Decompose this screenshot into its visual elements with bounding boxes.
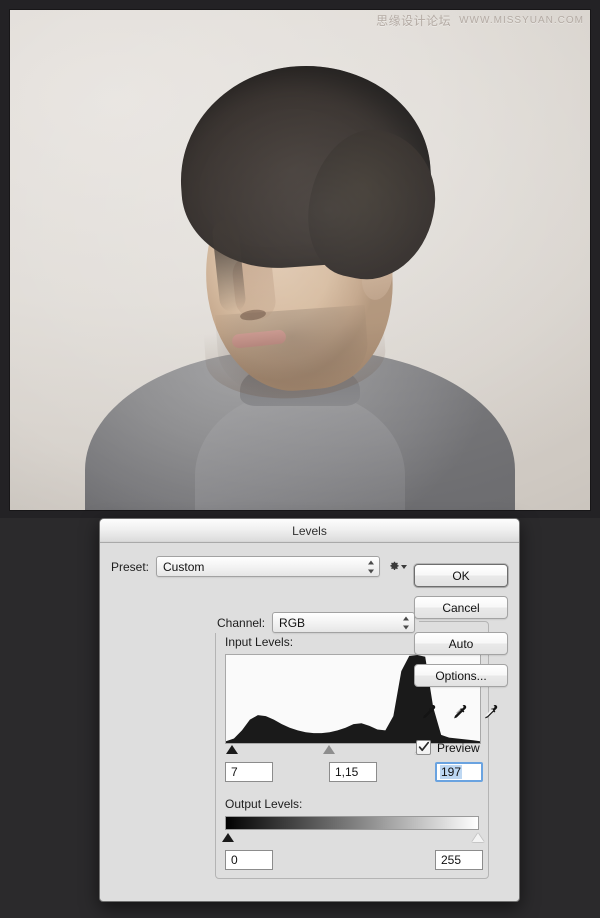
levels-dialog: Levels Preset: Custom Channel: RGB Input…: [99, 518, 520, 902]
auto-button-label: Auto: [448, 636, 474, 651]
options-button-label: Options...: [435, 668, 487, 683]
photo-canvas: 思缘设计论坛 WWW.MISSYUAN.COM: [0, 0, 600, 518]
eyedropper-group: [412, 703, 506, 723]
dialog-titlebar[interactable]: Levels: [100, 519, 519, 543]
chevron-down-icon: [401, 564, 408, 569]
preview-label: Preview: [437, 740, 480, 755]
input-gamma-value: 1,15: [335, 765, 359, 779]
preset-select[interactable]: Custom: [156, 556, 381, 577]
input-levels-label: Input Levels:: [225, 635, 294, 649]
output-levels-label: Output Levels:: [225, 797, 303, 811]
photo-vignette: [10, 10, 590, 510]
auto-button[interactable]: Auto: [414, 632, 508, 655]
preset-value: Custom: [163, 559, 205, 574]
cancel-button[interactable]: Cancel: [414, 596, 508, 619]
eyedropper-black-icon[interactable]: [418, 703, 438, 723]
channel-value: RGB: [279, 615, 306, 630]
input-black-value: 7: [231, 765, 238, 779]
input-gamma-field[interactable]: 1,15: [329, 762, 377, 782]
gear-icon[interactable]: [389, 558, 408, 576]
cancel-button-label: Cancel: [442, 600, 480, 615]
channel-label: Channel:: [217, 615, 266, 630]
watermark-cn-text: 思缘设计论坛: [376, 14, 452, 28]
watermark-en-text: WWW.MISSYUAN.COM: [459, 15, 584, 26]
output-black-value: 0: [231, 853, 238, 867]
preview-checkbox[interactable]: [416, 740, 431, 755]
output-white-value: 255: [441, 853, 462, 867]
output-white-field[interactable]: 255: [435, 850, 483, 870]
ok-button-label: OK: [452, 568, 470, 583]
portrait-photo: [10, 10, 590, 510]
stepper-icon: [403, 616, 410, 629]
output-levels-slider[interactable]: [222, 831, 484, 845]
stepper-icon: [368, 560, 375, 573]
checkmark-icon: [418, 741, 430, 752]
dialog-button-column: OK Cancel Auto Options... Preview: [412, 564, 508, 755]
ok-button[interactable]: OK: [414, 564, 508, 587]
dialog-body: Preset: Custom Channel: RGB Input Levels…: [100, 543, 519, 901]
eyedropper-white-icon[interactable]: [480, 703, 500, 723]
input-white-field[interactable]: 197: [435, 762, 483, 782]
preset-label: Preset:: [111, 559, 150, 574]
options-button[interactable]: Options...: [414, 664, 508, 687]
input-gamma-slider-handle[interactable]: [322, 745, 335, 754]
input-black-field[interactable]: 7: [225, 762, 273, 782]
input-white-value: 197: [440, 765, 463, 779]
output-black-slider-handle[interactable]: [222, 833, 234, 842]
eyedropper-gray-icon[interactable]: [449, 703, 469, 723]
preview-checkbox-row[interactable]: Preview: [416, 740, 506, 755]
dialog-title: Levels: [292, 523, 327, 538]
output-white-slider-handle[interactable]: [472, 833, 484, 842]
watermark: 思缘设计论坛 WWW.MISSYUAN.COM: [376, 12, 584, 29]
output-black-field[interactable]: 0: [225, 850, 273, 870]
input-black-slider-handle[interactable]: [225, 745, 238, 754]
output-levels-gradient: [225, 816, 479, 830]
channel-row: Channel: RGB: [213, 612, 420, 633]
channel-select[interactable]: RGB: [272, 612, 416, 633]
